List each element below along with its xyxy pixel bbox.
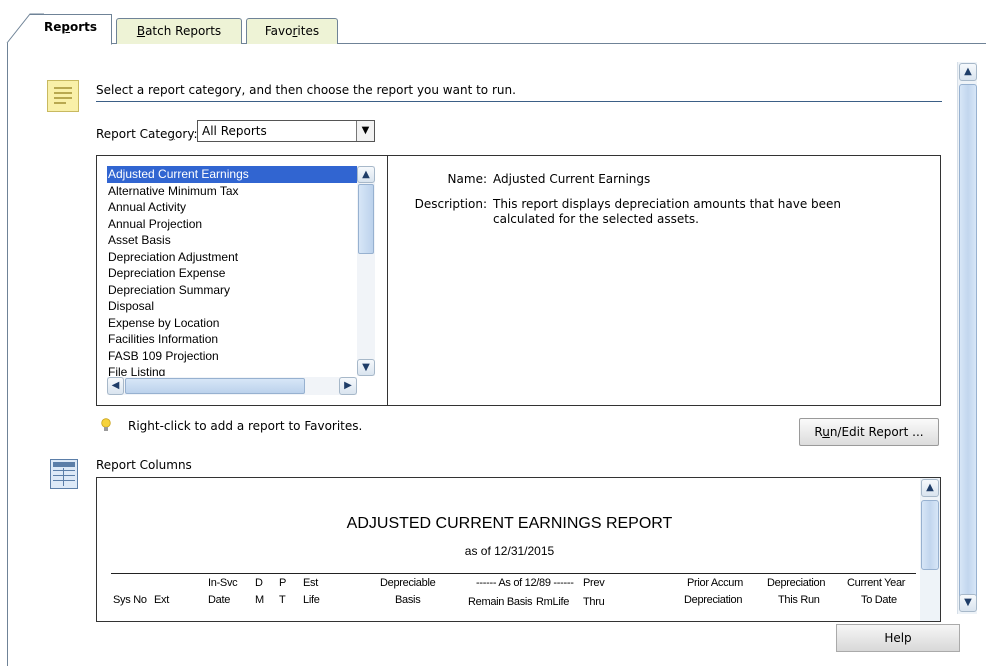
report-list-item[interactable]: Depreciation Summary xyxy=(107,282,373,299)
table-icon xyxy=(50,459,78,489)
col-rmlife: RmLife xyxy=(536,596,570,608)
preview-vertical-scrollbar[interactable]: ▲ xyxy=(920,478,940,621)
report-list-item[interactable]: Alternative Minimum Tax xyxy=(107,183,373,200)
tab-reports-label: Reports xyxy=(43,20,98,34)
tab-reports[interactable]: Reports xyxy=(30,14,112,45)
col-d-2: M xyxy=(255,594,264,606)
col-est-2: Life xyxy=(303,594,320,606)
report-list-vertical-scrollbar[interactable]: ▲ ▼ xyxy=(357,166,375,376)
description-label: Description: xyxy=(414,197,487,211)
list-scroll-thumb[interactable] xyxy=(358,184,374,254)
report-list-item[interactable]: Depreciation Expense xyxy=(107,265,373,282)
main-vertical-scrollbar[interactable]: ▲ ▼ xyxy=(957,62,977,614)
report-list-item[interactable]: Expense by Location xyxy=(107,315,373,332)
panel-divider xyxy=(387,156,388,405)
col-prior-2: Depreciation xyxy=(684,594,743,606)
col-d-1: D xyxy=(255,577,263,589)
preview-subtitle: as of 12/31/2015 xyxy=(464,544,555,558)
report-list-item[interactable]: Facilities Information xyxy=(107,331,373,348)
col-p-2: T xyxy=(279,594,286,606)
preview-scroll-thumb[interactable] xyxy=(921,500,939,570)
instruction-text: Select a report category, and then choos… xyxy=(96,83,516,97)
report-columns-preview: ADJUSTED CURRENT EARNINGS REPORT as of 1… xyxy=(96,477,941,622)
lightbulb-icon xyxy=(101,418,111,431)
col-insvc-2: Date xyxy=(208,594,231,606)
col-est-1: Est xyxy=(303,577,318,589)
report-list-item[interactable]: Annual Activity xyxy=(107,199,373,216)
scroll-up-button[interactable]: ▲ xyxy=(959,63,977,81)
scroll-thumb[interactable] xyxy=(959,84,977,600)
col-thisrun-1: Depreciation xyxy=(767,577,826,589)
col-depreciable-1: Depreciable xyxy=(380,577,436,589)
col-p-1: P xyxy=(279,577,287,589)
list-scroll-down-button[interactable]: ▼ xyxy=(357,359,375,376)
report-list-item[interactable]: Disposal xyxy=(107,298,373,315)
name-label: Name: xyxy=(447,172,487,186)
run-edit-report-button[interactable]: Run/Edit Report ... xyxy=(799,418,939,446)
col-current-2: To Date xyxy=(861,594,897,606)
report-list-item[interactable]: Annual Projection xyxy=(107,216,373,233)
name-value: Adjusted Current Earnings xyxy=(493,172,651,186)
col-remain-basis: Remain Basis xyxy=(468,596,533,608)
section-rule xyxy=(96,101,942,102)
col-asof: ------ As of 12/89 ------ xyxy=(476,577,574,589)
col-insvc-1: In-Svc xyxy=(208,577,238,589)
description-line-1: This report displays depreciation amount… xyxy=(493,197,842,211)
col-ext: Ext xyxy=(154,594,169,606)
report-category-label: Report Category: xyxy=(96,127,198,141)
list-scroll-up-button[interactable]: ▲ xyxy=(357,166,375,183)
help-button[interactable]: Help xyxy=(836,624,960,652)
report-list-item[interactable]: FASB 109 Projection xyxy=(107,348,373,365)
list-hscroll-thumb[interactable] xyxy=(125,378,305,394)
report-category-select[interactable]: All Reports ▼ xyxy=(197,120,375,142)
col-prev-2: Thru xyxy=(583,596,605,608)
col-thisrun-2: This Run xyxy=(778,594,820,606)
col-sysno: Sys No xyxy=(113,594,147,606)
frame-left-border xyxy=(7,43,8,666)
col-prev-1: Prev xyxy=(583,577,605,589)
list-scroll-left-button[interactable]: ◀ xyxy=(107,377,124,395)
report-columns-label: Report Columns xyxy=(96,458,192,472)
report-list-item[interactable]: File Listing xyxy=(107,364,373,376)
chevron-down-icon[interactable]: ▼ xyxy=(356,121,374,141)
favorites-tip: Right-click to add a report to Favorites… xyxy=(128,419,363,433)
preview-title: ADJUSTED CURRENT EARNINGS REPORT xyxy=(346,515,673,532)
col-current-1: Current Year xyxy=(847,577,906,589)
report-list-item[interactable]: Depreciation Adjustment xyxy=(107,249,373,266)
list-scroll-right-button[interactable]: ▶ xyxy=(339,377,357,395)
preview-scroll-up-button[interactable]: ▲ xyxy=(921,479,939,497)
report-list-item[interactable]: Adjusted Current Earnings xyxy=(107,166,357,183)
report-list[interactable]: Adjusted Current Earnings Alternative Min… xyxy=(107,166,373,376)
note-icon xyxy=(47,80,79,112)
report-selection-panel: Adjusted Current Earnings Alternative Min… xyxy=(96,155,941,406)
tab-favorites[interactable]: Favorites xyxy=(246,18,338,44)
description-line-2: calculated for the selected assets. xyxy=(493,212,699,226)
report-category-value: All Reports xyxy=(202,124,267,138)
preview-header-rule xyxy=(111,573,916,574)
report-list-horizontal-scrollbar[interactable]: ◀ ▶ xyxy=(107,377,357,395)
scroll-down-button[interactable]: ▼ xyxy=(959,594,977,612)
col-depreciable-2: Basis xyxy=(395,594,421,606)
tab-batch-reports[interactable]: Batch Reports xyxy=(116,18,242,44)
tab-batch-reports-label: Batch Reports xyxy=(136,24,222,38)
report-list-item[interactable]: Asset Basis xyxy=(107,232,373,249)
tab-favorites-label: Favorites xyxy=(264,24,320,38)
col-prior-1: Prior Accum xyxy=(687,577,743,589)
